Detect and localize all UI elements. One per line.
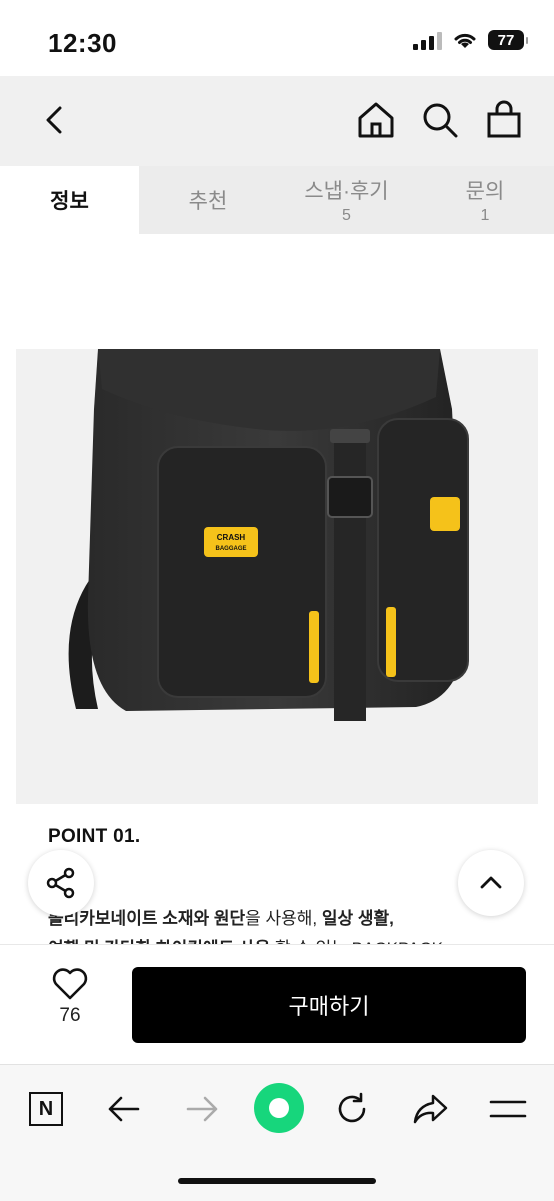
scroll-top-button[interactable] [458, 850, 524, 916]
browser-forward-button[interactable] [180, 1087, 224, 1131]
chevron-up-icon [480, 876, 502, 889]
like-count: 76 [59, 1005, 81, 1026]
tab-count: 1 [480, 207, 490, 224]
status-time: 12:30 [48, 28, 117, 58]
tab-label: 추천 [188, 190, 228, 213]
heart-icon [52, 968, 88, 1000]
browser-back-button[interactable] [102, 1087, 146, 1131]
green-dot-icon [254, 1083, 304, 1133]
status-indicators: 77 [413, 30, 528, 50]
tab-info[interactable]: 정보 [0, 166, 139, 234]
buy-button[interactable]: 구매하기 [132, 967, 526, 1043]
badge-text-1: CRASH [217, 533, 246, 542]
home-indicator [178, 1178, 376, 1184]
cart-button[interactable] [482, 98, 526, 142]
share-button[interactable] [28, 850, 94, 916]
description-line-1: 폴리카보네이트 소재와 원단을 사용해, 일상 생활, [48, 904, 394, 929]
like-button[interactable]: 76 [40, 967, 100, 1037]
menu-button[interactable] [486, 1087, 530, 1131]
tab-label: 정보 [50, 190, 89, 213]
back-button[interactable] [34, 98, 78, 142]
badge-text-2: BAGGAGE [215, 546, 246, 552]
tab-recommend[interactable]: 추천 [139, 166, 277, 234]
home-button[interactable] [354, 98, 398, 142]
product-image: CRASH BAGGAGE [16, 349, 538, 804]
hamburger-menu-icon [489, 1100, 527, 1118]
product-tabs: 정보 추천 스냅·후기 5 문의 1 [0, 166, 554, 234]
point-title: POINT 01. [48, 826, 141, 847]
reload-icon [338, 1092, 366, 1123]
wifi-icon [454, 33, 476, 48]
tab-count: 5 [342, 207, 351, 224]
arrow-right-icon [186, 1096, 218, 1122]
naver-home-button[interactable]: N [24, 1087, 68, 1131]
top-nav-bar [0, 76, 554, 166]
chevron-left-icon [46, 106, 62, 134]
forward-share-icon [413, 1094, 448, 1124]
brand-badge [204, 527, 258, 557]
search-button[interactable] [418, 98, 462, 142]
search-icon [423, 103, 458, 138]
share-page-button[interactable] [408, 1087, 452, 1131]
shopping-bag-icon [487, 100, 521, 138]
backpack-illustration: CRASH BAGGAGE [68, 349, 469, 721]
naver-n-icon: N [29, 1092, 63, 1126]
battery-icon: 77 [488, 30, 528, 50]
signal-icon [413, 30, 442, 50]
tab-inquiry[interactable]: 문의 1 [416, 166, 554, 234]
arrow-left-icon [108, 1096, 140, 1122]
desc-bold: 폴리카보네이트 소재와 원단 [48, 909, 246, 928]
desc-text: 을 사용해, [245, 909, 322, 928]
purchase-bar: 76 구매하기 [0, 944, 554, 1065]
tab-label: 문의 [465, 180, 505, 203]
reload-button[interactable] [330, 1087, 374, 1131]
green-dot-button[interactable] [252, 1081, 306, 1135]
naver-n-label: N [38, 1097, 54, 1120]
tab-label: 스냅·후기 [304, 180, 389, 203]
share-icon [46, 867, 75, 899]
tab-snap-review[interactable]: 스냅·후기 5 [277, 166, 416, 234]
home-icon [358, 102, 394, 138]
status-bar: 12:30 77 [0, 0, 554, 76]
desc-bold: 일상 생활, [321, 909, 394, 928]
